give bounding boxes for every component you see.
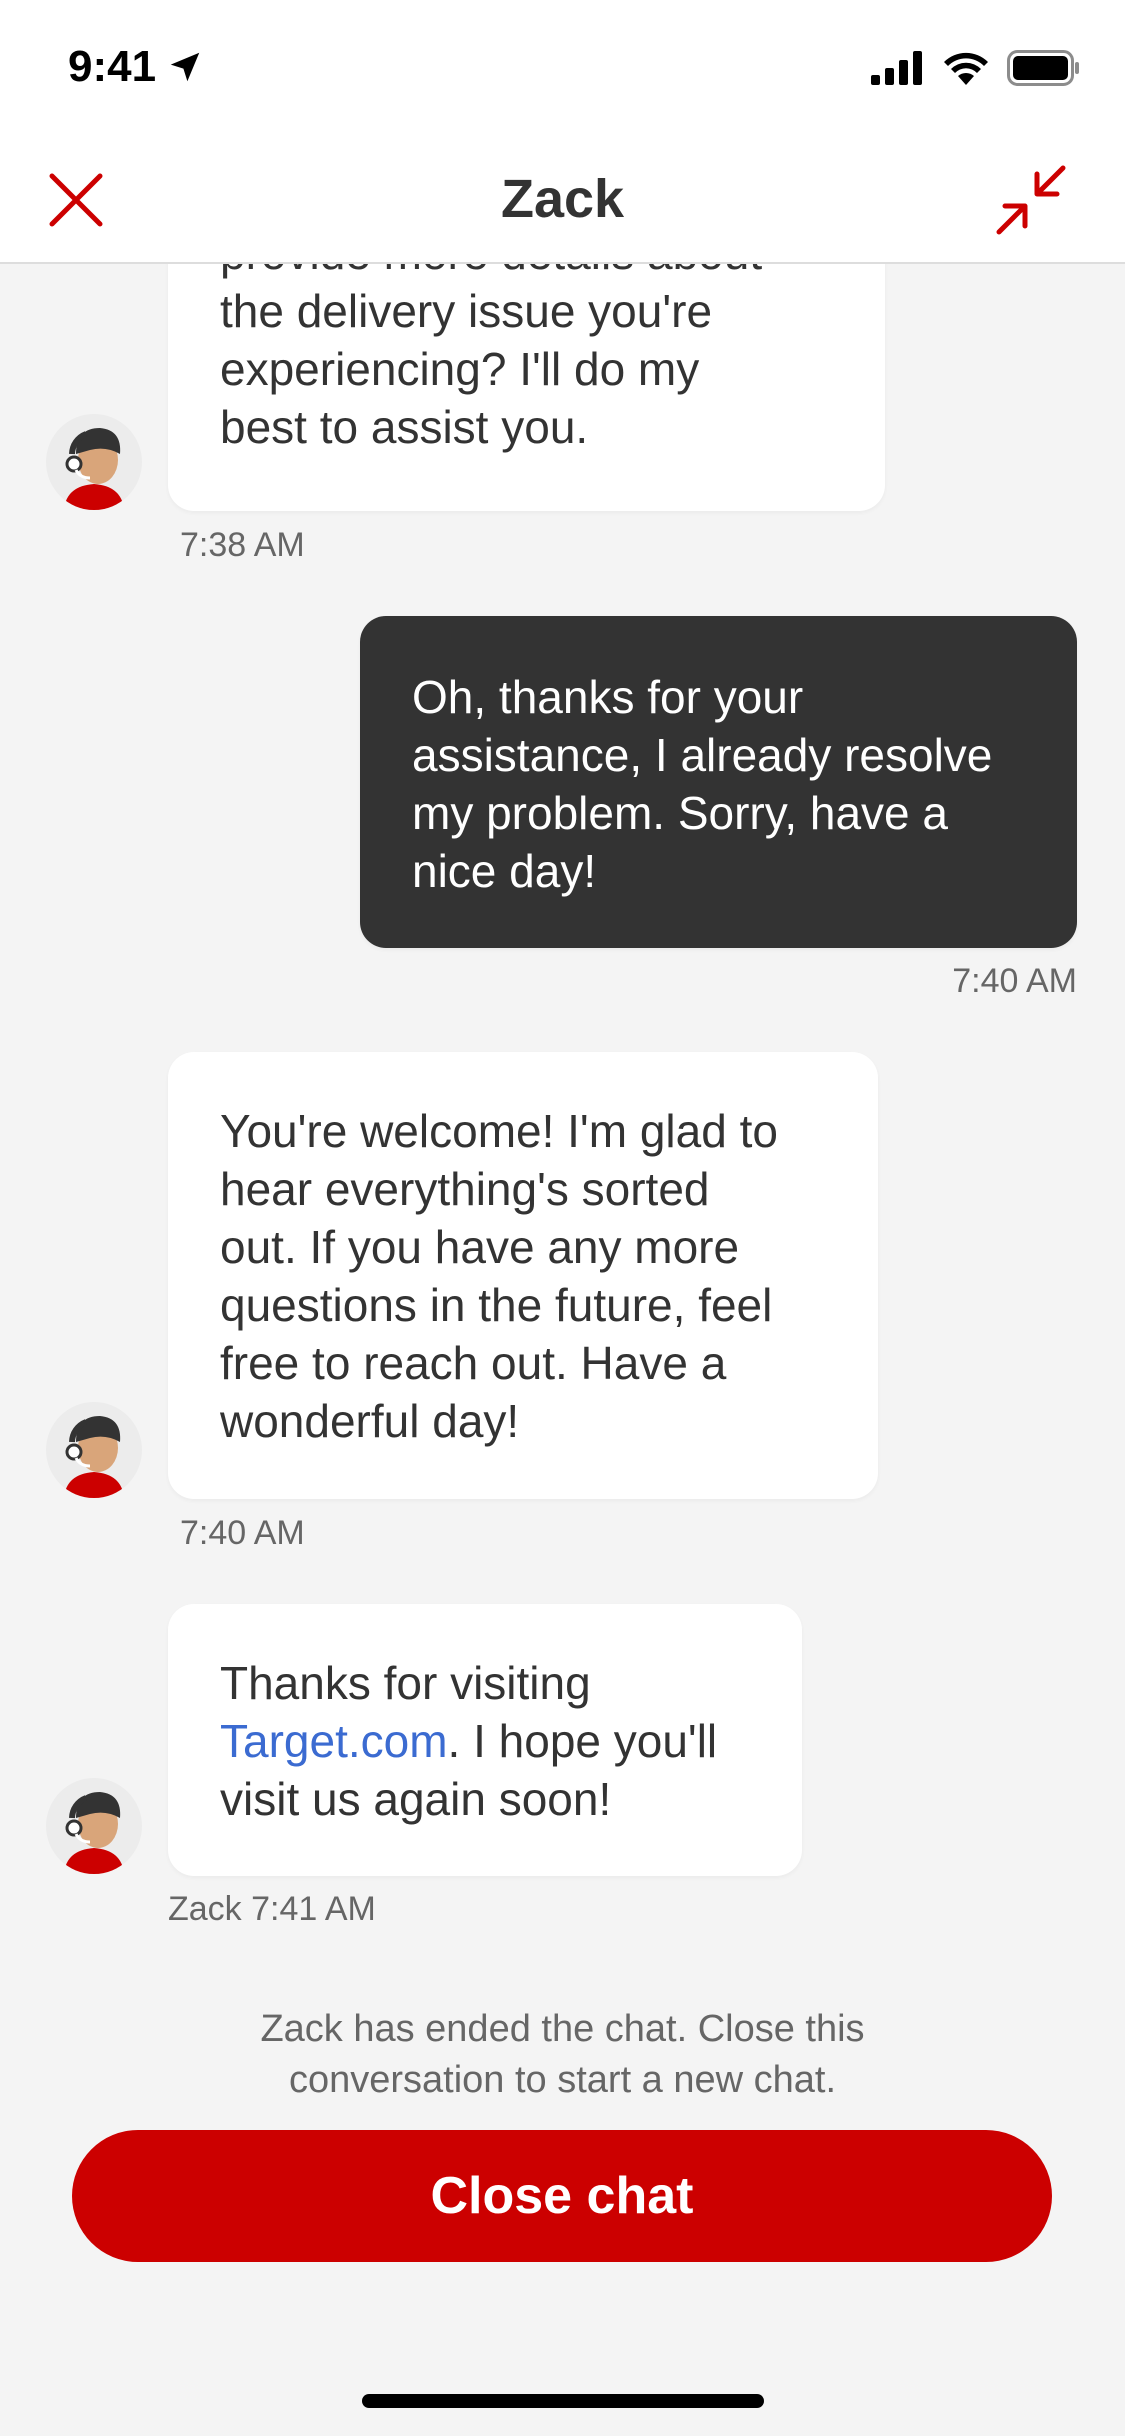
battery-icon	[1007, 50, 1079, 86]
chat-header: Zack	[0, 140, 1125, 264]
message-line: assistance, I already resolve	[412, 729, 993, 781]
location-arrow-icon	[170, 52, 200, 82]
status-time: 9:41	[68, 42, 204, 92]
message-line: the delivery issue you're	[220, 285, 713, 337]
message-line: experiencing? I'll do my	[220, 343, 700, 395]
agent-avatar	[46, 414, 142, 510]
chat-transcript[interactable]: provide more details about the delivery …	[0, 264, 1125, 2144]
agent-headset-icon	[64, 1792, 124, 1874]
notice-line: conversation to start a new chat.	[288, 2059, 837, 2101]
message-line: best to assist you.	[220, 401, 589, 453]
status-time-text: 9:41	[68, 42, 157, 91]
minimize-icon[interactable]	[993, 162, 1069, 238]
message-line: Thanks for visiting	[220, 1657, 591, 1709]
message-line: wonderful day!	[220, 1395, 520, 1447]
message-line: Target.com. I hope you'll	[220, 1712, 717, 1770]
agent-avatar	[46, 1402, 142, 1498]
message-line: You're welcome! I'm glad to	[220, 1105, 778, 1157]
agent-message-bubble: Thanks for visiting Target.com. I hope y…	[168, 1604, 802, 1876]
status-bar: 9:41	[0, 0, 1125, 140]
chat-ended-notice: Zack has ended the chat. Close this conv…	[0, 2004, 1125, 2106]
wifi-icon	[944, 52, 988, 85]
message-timestamp: 7:38 AM	[180, 526, 305, 564]
message-line: out. If you have any more	[220, 1221, 740, 1273]
message-line: nice day!	[412, 845, 597, 897]
message-line: free to reach out. Have a	[220, 1337, 727, 1389]
message-line: questions in the future, feel	[220, 1279, 773, 1331]
message-line: provide more details about	[220, 264, 762, 282]
chat-title: Zack	[500, 169, 625, 229]
message-timestamp: Zack 7:41 AM	[168, 1890, 376, 1928]
message-line: Oh, thanks for your	[412, 671, 804, 723]
agent-headset-icon	[64, 1416, 124, 1498]
agent-headset-icon	[64, 428, 124, 510]
message-timestamp: 7:40 AM	[952, 962, 1077, 1000]
agent-message-bubble: provide more details about the delivery …	[168, 264, 885, 511]
user-message-bubble: Oh, thanks for your assistance, I alread…	[360, 616, 1077, 948]
agent-message-bubble: You're welcome! I'm glad to hear everyth…	[168, 1052, 878, 1499]
agent-avatar	[46, 1778, 142, 1874]
message-timestamp: 7:40 AM	[180, 1514, 305, 1552]
notice-line: Zack has ended the chat. Close this	[260, 2008, 865, 2050]
message-line: visit us again soon!	[220, 1773, 612, 1825]
message-line: hear everything's sorted	[220, 1163, 710, 1215]
message-text: . I hope you'll	[447, 1715, 718, 1767]
status-icons	[871, 50, 1081, 86]
close-chat-button[interactable]: Close chat	[72, 2130, 1052, 2262]
target-link[interactable]: Target.com	[220, 1715, 448, 1767]
message-line: my problem. Sorry, have a	[412, 787, 949, 839]
home-indicator[interactable]	[362, 2394, 764, 2408]
cellular-signal-icon	[871, 51, 922, 85]
